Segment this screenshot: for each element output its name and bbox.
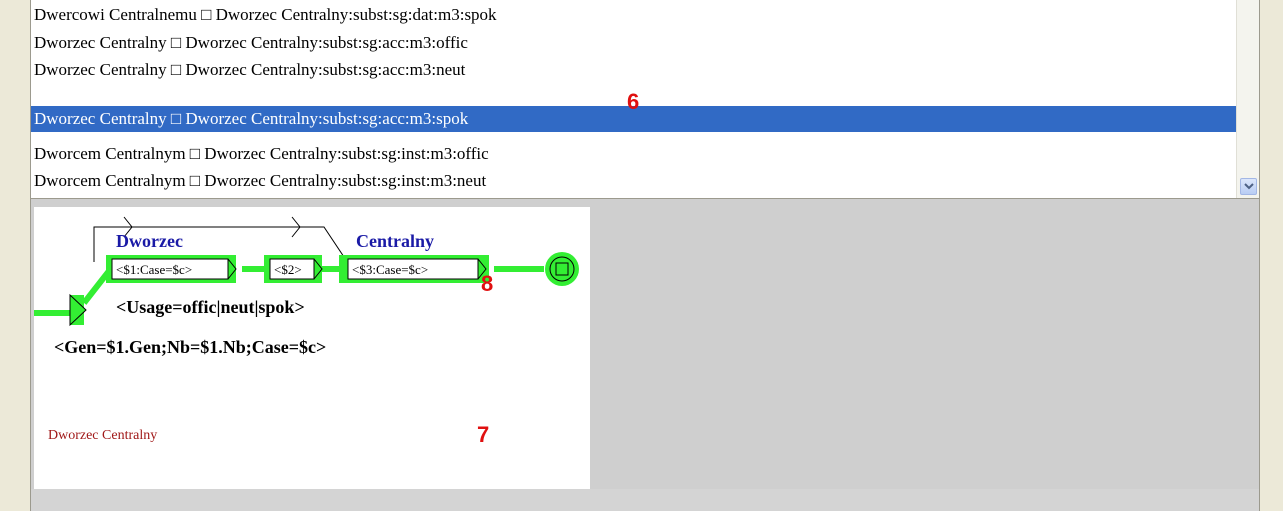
concordance-list[interactable]: Dwercowi Centralnemu □ Dworzec Centralny… bbox=[30, 0, 1260, 199]
list-item[interactable]: Dwercowi Centralnemu □ Dworzec Centralny… bbox=[31, 2, 1238, 28]
transducer-graph[interactable]: <$1:Case=$c> <$2> <$3:Case=$c> Dworzec C… bbox=[34, 207, 590, 489]
usage-output: <Usage=offic|neut|spok> bbox=[116, 297, 305, 317]
list-item[interactable]: Dworcem Centralnym □ Dworzec Centralny:s… bbox=[31, 168, 1238, 194]
gen-output: <Gen=$1.Gen;Nb=$1.Nb;Case=$c> bbox=[54, 337, 326, 357]
box-s2-label: <$2> bbox=[274, 262, 302, 277]
graph-box-case1[interactable]: <$1:Case=$c> bbox=[106, 255, 237, 283]
status-strip bbox=[30, 489, 1260, 511]
annotation-number-8: 8 bbox=[481, 271, 494, 296]
list-item[interactable]: Dworzec Centralny □ Dworzec Centralny:su… bbox=[31, 30, 1238, 56]
scroll-down-button[interactable] bbox=[1240, 178, 1257, 195]
box-label-centralny: Centralny bbox=[356, 231, 434, 251]
box-case3-label: <$3:Case=$c> bbox=[352, 262, 428, 277]
annotation-number-6: 6 bbox=[627, 89, 640, 114]
annotation-number-7: 7 bbox=[477, 422, 490, 447]
box-case1-label: <$1:Case=$c> bbox=[116, 262, 192, 277]
final-state[interactable] bbox=[545, 252, 579, 286]
graph-area: <$1:Case=$c> <$2> <$3:Case=$c> Dworzec C… bbox=[30, 199, 1260, 511]
lemma-comment: Dworzec Centralny bbox=[48, 428, 157, 443]
graph-panel[interactable]: <$1:Case=$c> <$2> <$3:Case=$c> Dworzec C… bbox=[34, 207, 590, 489]
initial-state[interactable] bbox=[69, 293, 87, 327]
vertical-scrollbar[interactable] bbox=[1236, 0, 1259, 198]
chevron-down-icon bbox=[1244, 183, 1254, 190]
graph-box-s2[interactable]: <$2> bbox=[264, 255, 323, 283]
list-item[interactable]: Dworzec Centralny □ Dworzec Centralny:su… bbox=[31, 57, 1238, 83]
list-item[interactable]: Dworcem Centralnym □ Dworzec Centralny:s… bbox=[31, 141, 1238, 167]
graph-box-case3[interactable]: <$3:Case=$c> bbox=[339, 255, 489, 283]
box-label-dworzec: Dworzec bbox=[116, 231, 183, 251]
